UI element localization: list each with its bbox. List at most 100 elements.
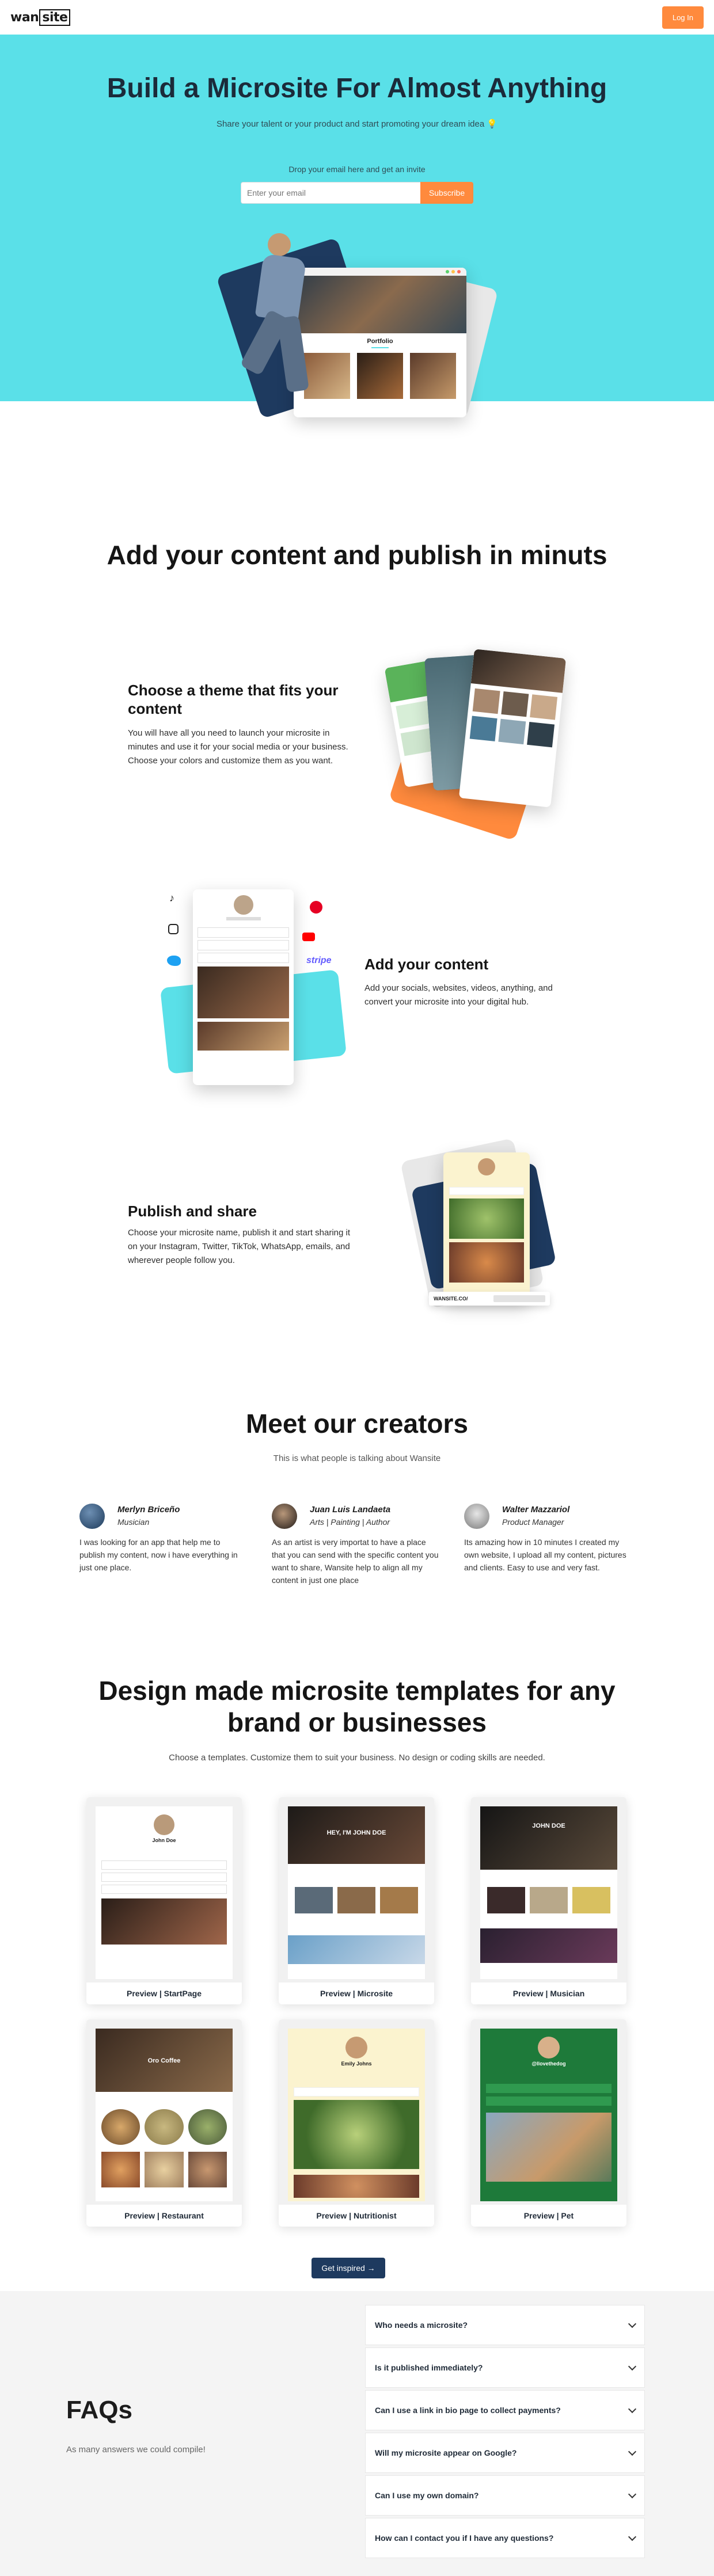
stripe-icon: stripe [306, 956, 332, 965]
mock-portfolio-image [410, 353, 456, 399]
template-card-restaurant[interactable]: Oro Coffee Preview | Restaurant [86, 2019, 242, 2227]
logo-prefix: wan [10, 10, 39, 25]
template-mock-title: John Doe [152, 1837, 176, 1843]
template-card-nutritionist[interactable]: Emily Johns Preview | Nutritionist [279, 2019, 434, 2227]
mock-portfolio-image [304, 353, 350, 399]
creators-subtitle: This is what people is talking about Wan… [273, 1453, 441, 1463]
person-shirt [255, 253, 307, 322]
publish-illustration: WANSITE.CO/ [400, 1138, 576, 1312]
subscribe-button[interactable]: Subscribe [420, 182, 473, 204]
creator-quote: As an artist is very importat to have a … [272, 1538, 439, 1585]
templates-title-line2: brand or businesses [227, 1707, 487, 1737]
template-screenshot: Oro Coffee [96, 2029, 233, 2201]
logo-boxed-text: site [39, 9, 71, 26]
theme-illustration [380, 645, 576, 841]
chevron-down-icon [628, 2362, 637, 2370]
faq-question-text: Can I use a link in bio page to collect … [375, 2406, 561, 2415]
faq-question[interactable]: Will my microsite appear on Google? [365, 2433, 645, 2473]
publish-title: Publish and share [128, 1203, 257, 1220]
faq-question[interactable]: Is it published immediately? [365, 2347, 645, 2388]
template-preview-link[interactable]: Preview | Restaurant [86, 2205, 242, 2227]
top-navbar: wan site Log In [0, 0, 714, 35]
theme-title: Choose a theme that fits your content [128, 682, 339, 717]
chevron-down-icon [628, 2532, 637, 2541]
get-inspired-button[interactable]: Get inspired → [312, 2258, 385, 2278]
creator-quote: I was looking for an app that help me to… [79, 1538, 238, 1572]
template-screenshot: @Ilovethedog [480, 2029, 617, 2201]
hero-illustration: Portfolio [213, 230, 512, 461]
add-content-mock-phone [193, 889, 294, 1085]
subscribe-form: Subscribe [241, 182, 473, 204]
hero-subtitle: Share your talent or your product and st… [216, 119, 498, 129]
content-section-title: Add your content and publish in minuts [107, 540, 607, 570]
chevron-down-icon [628, 2404, 637, 2413]
add-content-illustration: ♪ stripe [160, 881, 347, 1088]
faq-question-text: Who needs a microsite? [375, 2320, 468, 2330]
hero-title: Build a Microsite For Almost Anything [107, 73, 607, 104]
template-preview-link[interactable]: Preview | Pet [471, 2205, 626, 2227]
creators-title: Meet our creators [245, 1409, 468, 1439]
template-screenshot: HEY, I'M JOHN DOE [288, 1806, 425, 1979]
creator-role: Musician [117, 1517, 150, 1527]
publish-mock-phone [443, 1152, 530, 1302]
creator-name: Merlyn Briceño [117, 1505, 180, 1515]
template-screenshot: Emily Johns [288, 2029, 425, 2201]
mock-portfolio-image [357, 353, 403, 399]
wansite-logo[interactable]: wan site [10, 9, 71, 26]
chevron-down-icon [628, 2319, 637, 2328]
avatar [79, 1504, 105, 1529]
email-invite-label: Drop your email here and get an invite [288, 165, 426, 174]
mock-portfolio-heading: Portfolio [367, 338, 393, 345]
template-mock-title: @Ilovethedog [531, 2061, 566, 2067]
faq-question-text: Will my microsite appear on Google? [375, 2448, 517, 2457]
theme-mock-card [458, 649, 567, 808]
template-preview-link[interactable]: Preview | Microsite [279, 1983, 434, 2004]
template-mock-title: HEY, I'M JOHN DOE [288, 1806, 425, 1864]
theme-text: You will have all you need to launch you… [128, 728, 348, 766]
faq-question[interactable]: Can I use my own domain? [365, 2475, 645, 2516]
faq-title: FAQs [66, 2396, 132, 2424]
template-preview-link[interactable]: Preview | Musician [471, 1983, 626, 2004]
faq-subtitle: As many answers we could compile! [66, 2445, 206, 2455]
template-card-musician[interactable]: JOHN DOE Preview | Musician [471, 1797, 626, 2004]
publish-url-bar: WANSITE.CO/ [429, 1292, 550, 1306]
template-card-pet[interactable]: @Ilovethedog Preview | Pet [471, 2019, 626, 2227]
mock-hero-photo [294, 276, 466, 333]
instagram-icon [168, 924, 178, 934]
creator-name: Juan Luis Landaeta [310, 1505, 391, 1515]
publish-text: Choose your microsite name, publish it a… [128, 1228, 351, 1265]
template-mock-title: Emily Johns [341, 2061, 372, 2067]
mock-browser-bar [294, 268, 466, 276]
creator-role: Arts | Painting | Author [310, 1517, 390, 1527]
template-preview-link[interactable]: Preview | StartPage [86, 1983, 242, 2004]
creator-role: Product Manager [502, 1517, 564, 1527]
add-content-text: Add your socials, websites, videos, anyt… [364, 983, 553, 1007]
template-mock-title: JOHN DOE [480, 1806, 617, 1870]
chevron-down-icon [628, 2447, 637, 2456]
template-card-startpage[interactable]: John Doe Preview | StartPage [86, 1797, 242, 2004]
templates-title-line1: Design made microsite templates for any [98, 1676, 616, 1706]
twitter-icon [167, 956, 181, 966]
template-screenshot: John Doe [96, 1806, 233, 1979]
login-button[interactable]: Log In [662, 6, 704, 29]
faq-question[interactable]: Who needs a microsite? [365, 2305, 645, 2345]
faq-question[interactable]: How can I contact you if I have any ques… [365, 2518, 645, 2558]
publish-url-text: WANSITE.CO/ [434, 1296, 468, 1302]
email-input[interactable] [241, 182, 420, 204]
creator-name: Walter Mazzariol [502, 1505, 570, 1515]
pinterest-icon [310, 901, 322, 914]
template-card-microsite[interactable]: HEY, I'M JOHN DOE Preview | Microsite [279, 1797, 434, 2004]
creator-quote: Its amazing how in 10 minutes I created … [464, 1538, 626, 1572]
avatar [272, 1504, 297, 1529]
faq-question[interactable]: Can I use a link in bio page to collect … [365, 2390, 645, 2430]
template-preview-link[interactable]: Preview | Nutritionist [279, 2205, 434, 2227]
faq-question-text: How can I contact you if I have any ques… [375, 2533, 554, 2543]
template-screenshot: JOHN DOE [480, 1806, 617, 1979]
template-mock-title: Oro Coffee [96, 2029, 233, 2092]
page: wan site Log In Build a Microsite For Alm… [0, 0, 714, 2576]
faq-question-text: Can I use my own domain? [375, 2491, 479, 2500]
templates-subtitle: Choose a templates. Customize them to su… [169, 1753, 545, 1763]
tiktok-icon: ♪ [169, 892, 174, 904]
mock-browser-window: Portfolio [294, 268, 466, 417]
add-content-title: Add your content [364, 956, 489, 973]
